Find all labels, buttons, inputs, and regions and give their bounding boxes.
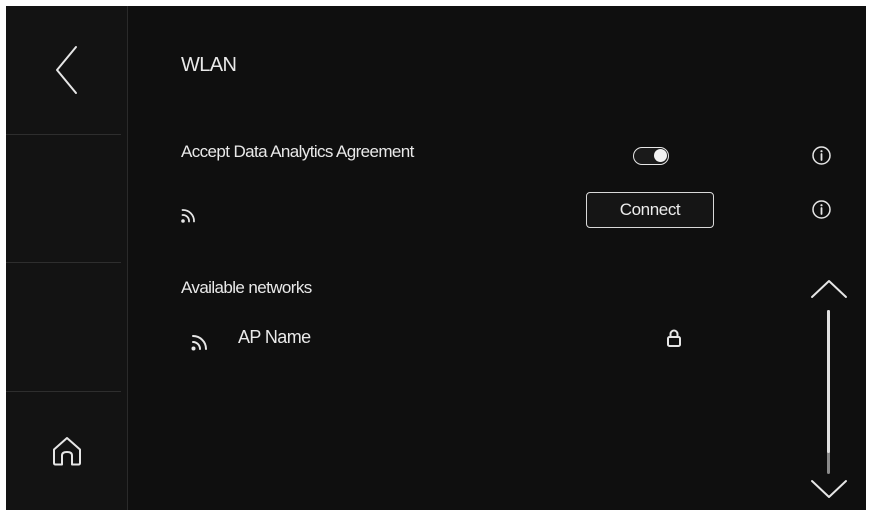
- info-icon[interactable]: [811, 145, 832, 166]
- sidebar-empty-slot: [6, 135, 127, 261]
- home-button[interactable]: [6, 392, 127, 510]
- wlan-screen: WLAN Accept Data Analytics Agreement Con…: [6, 6, 866, 510]
- wifi-icon: [191, 335, 207, 351]
- toggle-knob: [654, 149, 667, 162]
- home-icon: [52, 437, 81, 466]
- agreement-toggle[interactable]: [633, 147, 669, 165]
- lock-icon: [667, 329, 681, 347]
- back-button[interactable]: [6, 6, 127, 134]
- chevron-up-icon[interactable]: [810, 279, 848, 299]
- sidebar: [6, 6, 128, 510]
- available-networks-label: Available networks: [181, 278, 312, 297]
- page-title: WLAN: [181, 54, 237, 76]
- scrollbar-thumb[interactable]: [827, 310, 830, 453]
- sidebar-empty-slot: [6, 263, 127, 390]
- connect-button[interactable]: Connect: [586, 192, 714, 228]
- agreement-label: Accept Data Analytics Agreement: [181, 142, 414, 161]
- chevron-down-icon[interactable]: [810, 479, 848, 499]
- network-name: AP Name: [238, 327, 311, 347]
- chevron-left-icon: [55, 46, 77, 94]
- scrollbar[interactable]: [827, 310, 830, 474]
- wifi-icon: [181, 209, 195, 223]
- info-icon[interactable]: [811, 199, 832, 220]
